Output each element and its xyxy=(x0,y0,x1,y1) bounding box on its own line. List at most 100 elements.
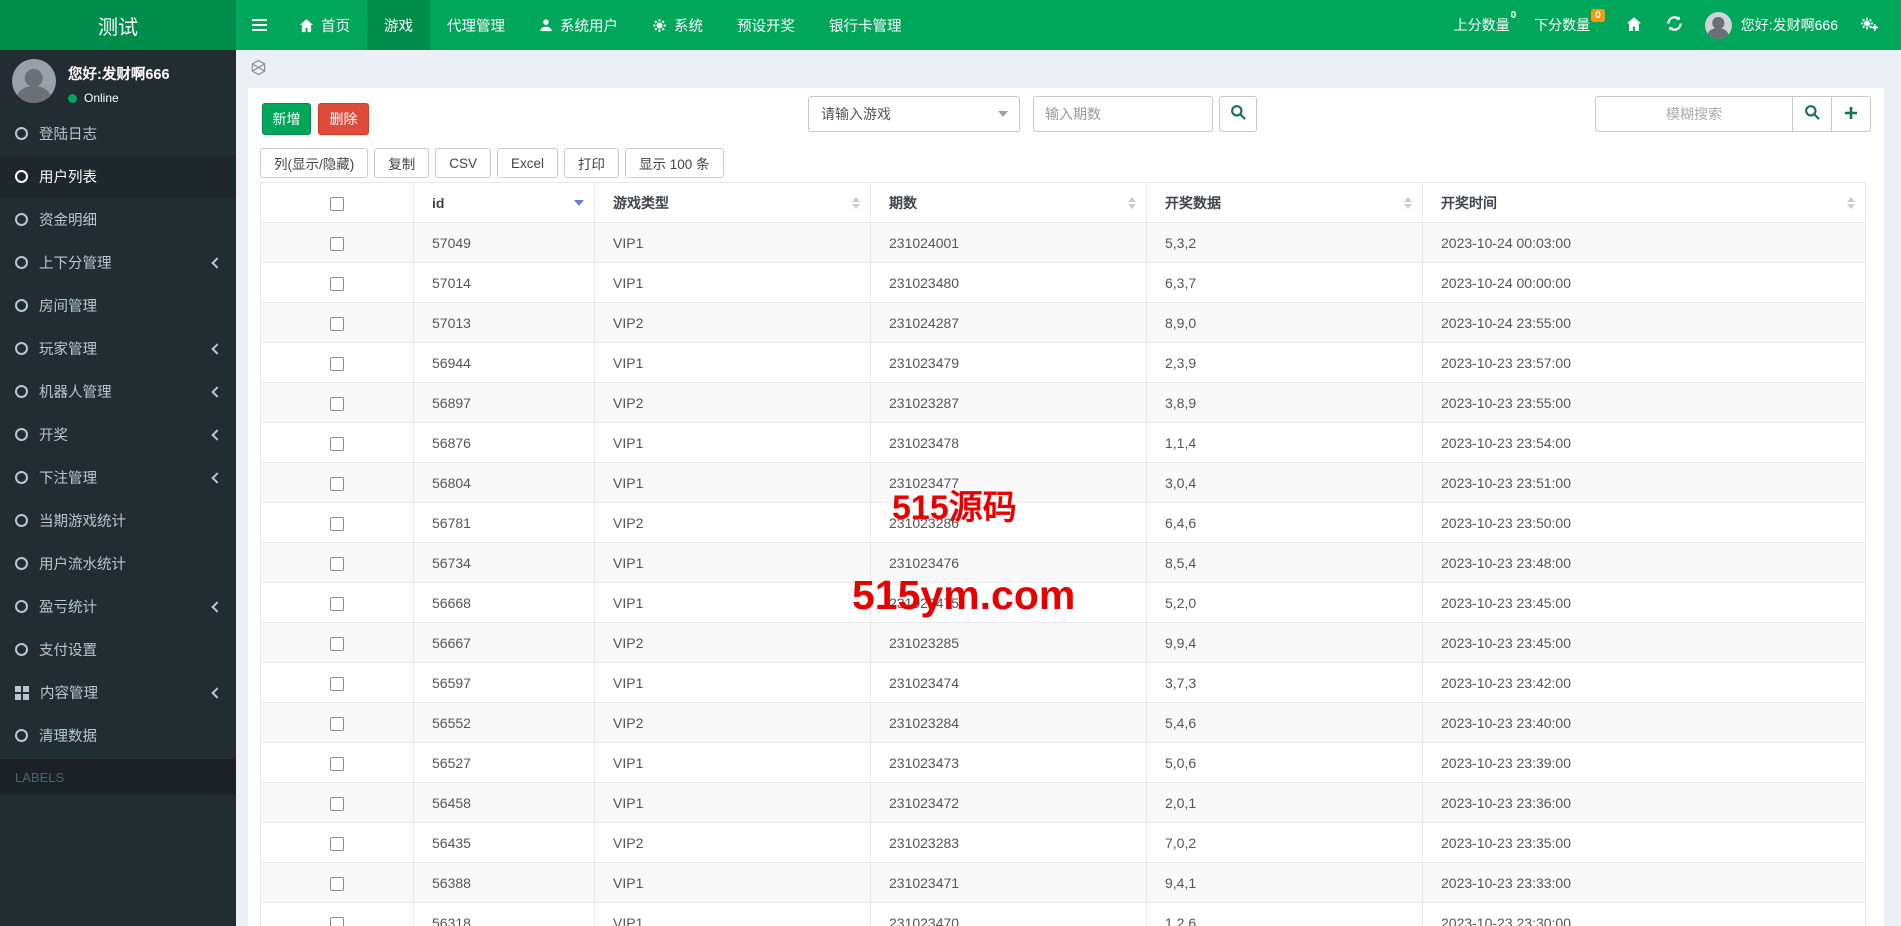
sidebar-item-label: 机器人管理 xyxy=(39,385,112,401)
row-checkbox[interactable] xyxy=(330,836,344,851)
sidebar-item-current-game-stats[interactable]: 当期游戏统计 xyxy=(0,499,236,542)
nav-item-home[interactable]: 首页 xyxy=(282,0,367,50)
row-checkbox-cell xyxy=(260,422,414,463)
nav-item-system[interactable]: 系统 xyxy=(635,0,720,50)
sidebar-item-score-manage[interactable]: 上下分管理 xyxy=(0,241,236,284)
column-header-id[interactable]: id xyxy=(413,182,595,223)
sidebar-item-draw[interactable]: 开奖 xyxy=(0,413,236,456)
column-header-draw-data[interactable]: 开奖数据 xyxy=(1146,182,1423,223)
nav-item-system-users[interactable]: 系统用户 xyxy=(522,0,635,50)
print-button[interactable]: 打印 xyxy=(564,148,620,178)
nav-item-label: 首页 xyxy=(321,18,350,35)
sidebar-item-login-logs[interactable]: 登陆日志 xyxy=(0,112,236,155)
row-checkbox[interactable] xyxy=(330,236,344,251)
cell-period: 231024287 xyxy=(870,302,1147,343)
sidebar-item-label: 玩家管理 xyxy=(39,342,97,358)
cell-game-type: VIP1 xyxy=(594,462,871,503)
circle-icon xyxy=(15,299,28,312)
excel-button[interactable]: Excel xyxy=(497,148,559,178)
sidebar-item-player-manage[interactable]: 玩家管理 xyxy=(0,327,236,370)
fuzzy-search-button[interactable] xyxy=(1792,96,1832,132)
columns-toggle-button[interactable]: 列(显示/隐藏) xyxy=(260,148,369,178)
search-button[interactable] xyxy=(1219,96,1257,132)
row-checkbox[interactable] xyxy=(330,316,344,331)
sidebar-avatar xyxy=(12,59,56,103)
row-checkbox[interactable] xyxy=(330,596,344,611)
page-size-button[interactable]: 显示 100 条 xyxy=(625,148,724,178)
sidebar-item-bet-manage[interactable]: 下注管理 xyxy=(0,456,236,499)
row-checkbox[interactable] xyxy=(330,356,344,371)
sidebar-user-panel: 您好:发财啊666 Online xyxy=(0,50,236,112)
cell-period: 231023478 xyxy=(870,422,1147,463)
cell-draw-time: 2023-10-23 23:45:00 xyxy=(1422,582,1866,623)
row-checkbox-cell xyxy=(260,742,414,783)
table-row: 56944 VIP1 231023479 2,3,9 2023-10-23 23:57:… xyxy=(260,342,1866,383)
row-checkbox[interactable] xyxy=(330,396,344,411)
add-button[interactable]: 新增 xyxy=(262,103,311,135)
sidebar-item-payment-settings[interactable]: 支付设置 xyxy=(0,628,236,671)
cell-period: 231023470 xyxy=(870,902,1147,926)
home-shortcut-button[interactable] xyxy=(1614,16,1654,35)
fuzzy-search-input[interactable] xyxy=(1595,96,1793,132)
row-checkbox[interactable] xyxy=(330,916,344,926)
table-row: 56527 VIP1 231023473 5,0,6 2023-10-23 23:39:… xyxy=(260,742,1866,783)
row-checkbox-cell xyxy=(260,702,414,743)
sidebar-item-clean-data[interactable]: 清理数据 xyxy=(0,714,236,757)
cell-draw-time: 2023-10-24 23:55:00 xyxy=(1422,302,1866,343)
cell-draw-data: 8,5,4 xyxy=(1146,542,1423,583)
row-checkbox[interactable] xyxy=(330,756,344,771)
nav-item-agents[interactable]: 代理管理 xyxy=(430,0,522,50)
row-checkbox[interactable] xyxy=(330,556,344,571)
column-header-game-type[interactable]: 游戏类型 xyxy=(594,182,871,223)
copy-button[interactable]: 复制 xyxy=(374,148,430,178)
nav-item-games[interactable]: 游戏 xyxy=(367,0,430,50)
cell-draw-time: 2023-10-23 23:40:00 xyxy=(1422,702,1866,743)
brand-logo[interactable]: 测试 xyxy=(0,0,236,50)
sidebar-item-user-list[interactable]: 用户列表 xyxy=(0,155,236,198)
nav-item-bank-cards[interactable]: 银行卡管理 xyxy=(812,0,919,50)
row-checkbox[interactable] xyxy=(330,716,344,731)
user-icon xyxy=(539,18,553,32)
row-checkbox[interactable] xyxy=(330,276,344,291)
row-checkbox[interactable] xyxy=(330,876,344,891)
refresh-button[interactable] xyxy=(1654,15,1695,35)
user-menu[interactable]: 您好:发财啊666 xyxy=(1695,11,1848,39)
add-filter-button[interactable] xyxy=(1831,96,1871,132)
row-checkbox[interactable] xyxy=(330,436,344,451)
csv-button[interactable]: CSV xyxy=(435,148,492,178)
row-checkbox[interactable] xyxy=(330,476,344,491)
down-score-counter[interactable]: 下分数量0 xyxy=(1525,9,1614,35)
circle-icon xyxy=(15,342,28,355)
sidebar-toggle-button[interactable] xyxy=(236,0,282,50)
hexagon-icon[interactable] xyxy=(250,59,267,79)
row-checkbox[interactable] xyxy=(330,676,344,691)
row-checkbox[interactable] xyxy=(330,636,344,651)
delete-button[interactable]: 删除 xyxy=(318,103,369,135)
table-row: 57014 VIP1 231023480 6,3,7 2023-10-24 00:00:… xyxy=(260,262,1866,303)
game-select[interactable]: 请输入游戏 xyxy=(808,96,1020,132)
table-row: 57013 VIP2 231024287 8,9,0 2023-10-24 23:55:… xyxy=(260,302,1866,343)
sidebar-item-room-manage[interactable]: 房间管理 xyxy=(0,284,236,327)
sidebar-item-user-flow-stats[interactable]: 用户流水统计 xyxy=(0,542,236,585)
cell-id: 56804 xyxy=(413,462,595,503)
row-checkbox-cell xyxy=(260,902,414,926)
select-all-checkbox[interactable] xyxy=(330,196,344,211)
table-row: 56597 VIP1 231023474 3,7,3 2023-10-23 23:42:… xyxy=(260,662,1866,703)
sidebar-item-content-manage[interactable]: 内容管理 xyxy=(0,671,236,714)
row-checkbox[interactable] xyxy=(330,796,344,811)
sidebar-item-fund-details[interactable]: 资金明细 xyxy=(0,198,236,241)
sidebar-item-profit-stats[interactable]: 盈亏统计 xyxy=(0,585,236,628)
period-input[interactable] xyxy=(1033,96,1213,132)
row-checkbox-cell xyxy=(260,382,414,423)
row-checkbox[interactable] xyxy=(330,516,344,531)
cell-draw-data: 5,0,6 xyxy=(1146,742,1423,783)
column-header-period[interactable]: 期数 xyxy=(870,182,1147,223)
column-header-draw-time[interactable]: 开奖时间 xyxy=(1422,182,1866,223)
table-row: 56318 VIP1 231023470 1,2,6 2023-10-23 23:30:… xyxy=(260,902,1866,926)
sidebar: 您好:发财啊666 Online 登陆日志 用户列表 资金明细 上下分管理 房间管理玩家… xyxy=(0,50,236,926)
up-score-counter[interactable]: 上分数量0 xyxy=(1445,10,1526,35)
sidebar-user-status[interactable]: Online xyxy=(68,91,170,105)
settings-button[interactable] xyxy=(1848,15,1891,35)
sidebar-item-robot-manage[interactable]: 机器人管理 xyxy=(0,370,236,413)
nav-item-preset-draw[interactable]: 预设开奖 xyxy=(720,0,812,50)
